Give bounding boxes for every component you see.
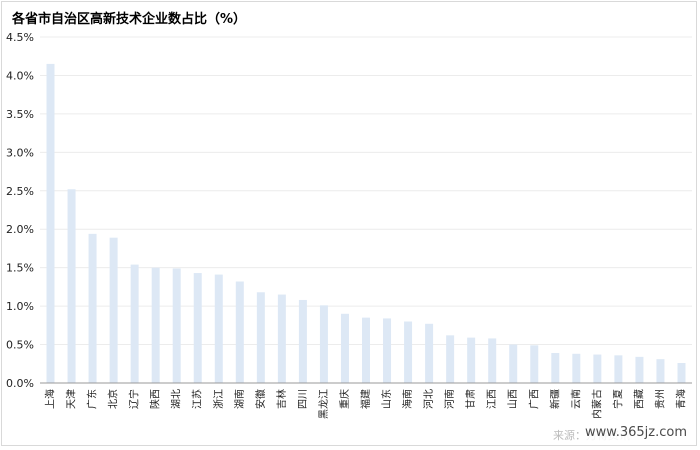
- x-tick-label: 江苏: [191, 389, 204, 409]
- x-tick-label: 江西: [486, 389, 498, 409]
- x-tick-label: 内蒙古: [590, 389, 603, 419]
- bar: [298, 299, 307, 383]
- x-axis: 上海 天津 广东 北京 辽宁 陕西 湖北 江苏 浙江 湖南 安徽 吉林 四川 黑龙江 重庆 福建 山东 海南 河北河…: [40, 382, 692, 419]
- bar: [530, 345, 539, 383]
- y-tick-label: 1.0%: [6, 300, 34, 313]
- x-tick-label: 河北: [423, 389, 435, 409]
- x-tick-label: 福建: [359, 389, 372, 409]
- bar: [551, 353, 560, 383]
- x-tick-label: 甘肃: [464, 389, 477, 409]
- bar: [319, 305, 328, 383]
- bar: [488, 338, 497, 383]
- bar-chart: 0.0% 0.5% 1.0% 1.5% 2.0% 2.5% 3.0% 3.5% 4.0% 4.5%…: [6, 31, 692, 419]
- bar: [172, 268, 181, 383]
- x-tick-label: 新疆: [548, 389, 561, 409]
- y-tick-label: 1.5%: [6, 262, 34, 275]
- x-tick-label: 天津: [66, 389, 78, 409]
- x-tick-label: 宁夏: [611, 389, 624, 409]
- bar: [130, 264, 139, 383]
- y-tick-label: 0.5%: [6, 339, 34, 352]
- chart-frame: 各省市自治区高新技术企业数占比（%） 0.0% 0.5% 1.0% 1.5% 2.0% 2…: [1, 1, 697, 446]
- bar: [446, 335, 455, 383]
- site-watermark: www.365jz.com: [582, 424, 690, 441]
- x-tick-label: 北京: [107, 389, 120, 409]
- bar: [656, 359, 665, 383]
- x-tick-label: 广西: [528, 389, 540, 409]
- y-tick-label: 4.0%: [6, 69, 34, 82]
- bar: [404, 321, 413, 383]
- x-tick-label: 重庆: [338, 389, 351, 409]
- x-tick-label: 河南: [443, 389, 456, 409]
- bar: [383, 318, 392, 383]
- bar: [88, 233, 97, 383]
- bar: [677, 363, 686, 383]
- bar: [362, 317, 370, 383]
- x-tick-label: 四川: [298, 389, 309, 409]
- bar: [67, 189, 76, 383]
- bar: [151, 267, 160, 383]
- x-tick-label: 广东: [86, 389, 99, 409]
- x-tick-label: 贵州: [653, 389, 666, 409]
- x-tick-label: 青海: [674, 389, 687, 409]
- x-tick-label: 湖南: [233, 389, 246, 409]
- y-axis: 0.0% 0.5% 1.0% 1.5% 2.0% 2.5% 3.0% 3.5% 4.0% 4.5%: [6, 31, 34, 390]
- x-tick-label: 安徽: [254, 389, 267, 409]
- bar: [193, 273, 202, 383]
- x-tick-label: 吉林: [275, 389, 288, 409]
- bar: [425, 323, 434, 383]
- x-tick-label: 上海: [44, 389, 57, 409]
- bar: [46, 63, 55, 384]
- bar: [509, 344, 518, 383]
- x-tick-label: 山东: [380, 389, 393, 409]
- bars: [46, 63, 686, 384]
- x-tick-label: 黑龙江: [317, 389, 330, 419]
- bar: [572, 353, 581, 383]
- bar: [277, 294, 286, 383]
- x-tick-label: 海南: [401, 389, 414, 409]
- bar: [614, 355, 623, 383]
- bar: [256, 292, 265, 383]
- bar: [235, 281, 244, 383]
- x-tick-label: 湖北: [171, 389, 183, 409]
- y-tick-label: 4.5%: [6, 31, 34, 44]
- bar: [340, 313, 349, 383]
- x-tick-label: 辽宁: [128, 389, 141, 409]
- bar: [593, 354, 602, 383]
- x-tick-label: 浙江: [213, 389, 225, 409]
- bar: [467, 337, 476, 383]
- x-tick-label: 山西: [507, 389, 519, 409]
- bar: [635, 356, 644, 383]
- y-tick-label: 2.5%: [6, 185, 34, 198]
- y-tick-label: 0.0%: [6, 377, 34, 390]
- y-tick-label: 2.0%: [6, 223, 34, 236]
- x-tick-label: 陕西: [149, 389, 162, 409]
- bar: [109, 237, 118, 383]
- y-tick-label: 3.0%: [6, 146, 34, 159]
- bar: [214, 274, 223, 383]
- x-tick-label: 西藏: [633, 389, 645, 409]
- x-tick-label: 云南: [569, 389, 582, 409]
- y-tick-label: 3.5%: [6, 108, 34, 121]
